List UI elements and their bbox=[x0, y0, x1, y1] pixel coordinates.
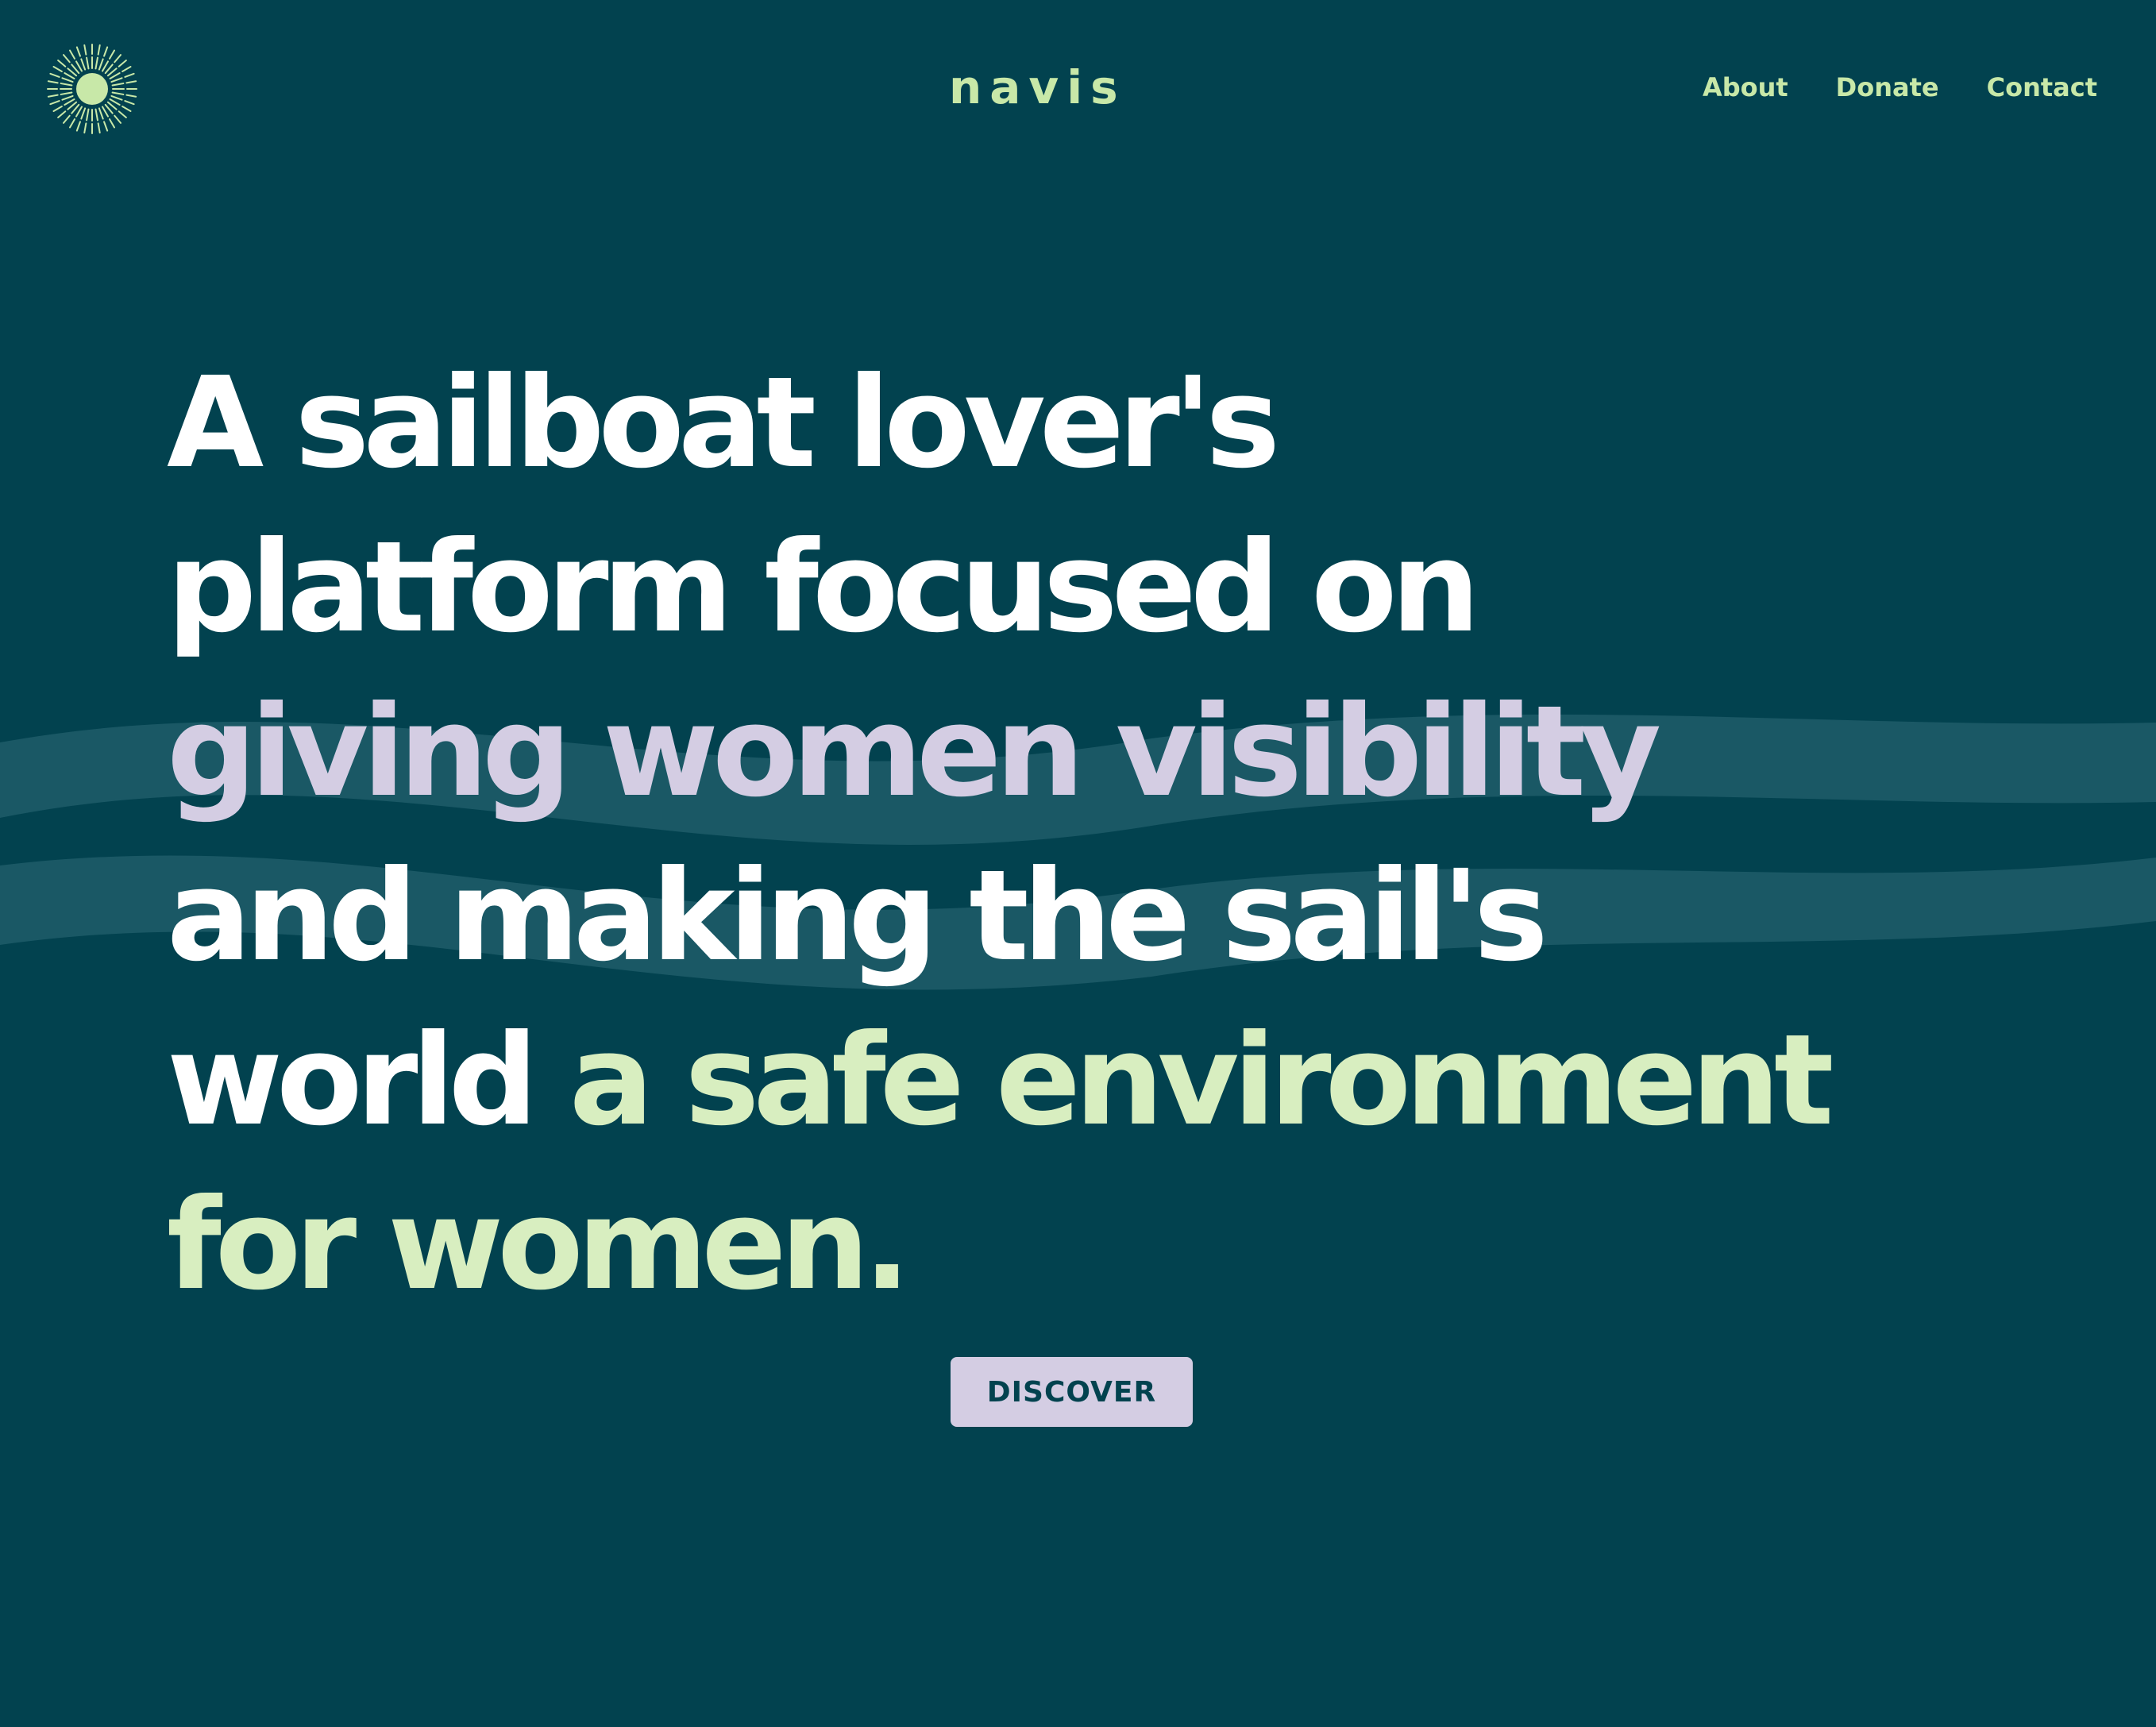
logo-ray bbox=[109, 49, 115, 60]
logo-ray bbox=[98, 58, 104, 71]
logo-ray bbox=[102, 106, 109, 118]
headline-highlight-visibility: giving women visibility bbox=[167, 679, 1661, 825]
logo-ray bbox=[52, 106, 63, 112]
logo-ray bbox=[97, 44, 101, 56]
logo-ray bbox=[110, 77, 123, 83]
logo-ray bbox=[52, 66, 63, 72]
logo-ray bbox=[121, 66, 132, 72]
logo-ray bbox=[47, 80, 59, 84]
logo-ray bbox=[57, 60, 67, 67]
logo-ray bbox=[61, 94, 74, 101]
discover-button[interactable]: DISCOVER bbox=[951, 1357, 1193, 1427]
headline-highlight-safe: a safe environment bbox=[569, 1008, 1834, 1154]
logo-ray bbox=[60, 83, 73, 87]
logo-ray bbox=[124, 100, 135, 106]
logo-ray bbox=[98, 107, 104, 120]
top-nav: About Donate Contact bbox=[1703, 71, 2097, 103]
logo-ray bbox=[118, 110, 127, 118]
logo-ray bbox=[83, 122, 87, 134]
logo-svg bbox=[47, 44, 137, 134]
logo-ray bbox=[109, 98, 121, 106]
logo-ray bbox=[61, 77, 74, 83]
logo-ray bbox=[69, 49, 75, 60]
headline-line-5: world a safe environment bbox=[167, 999, 1993, 1163]
logo-ray bbox=[103, 46, 109, 57]
nav-contact-link[interactable]: Contact bbox=[1987, 71, 2097, 103]
logo-ray bbox=[75, 60, 83, 72]
headline-world-text: world bbox=[167, 1008, 538, 1154]
logo-ray bbox=[80, 58, 87, 71]
hero-headline: A sailboat lover's platform focused on g… bbox=[167, 341, 1993, 1328]
headline-line-6: for women. bbox=[167, 1172, 911, 1318]
sun-burst-icon[interactable] bbox=[44, 41, 140, 137]
logo-ray bbox=[109, 72, 121, 79]
logo-ray bbox=[60, 91, 73, 95]
logo-ray bbox=[102, 60, 109, 72]
logo-ray bbox=[75, 106, 83, 118]
headline-line-1: A sailboat lover's bbox=[167, 350, 1280, 496]
logo-sun-core bbox=[76, 73, 108, 105]
logo-ray bbox=[63, 54, 71, 64]
logo-ray bbox=[75, 121, 81, 132]
brand-wordmark[interactable]: navis bbox=[949, 56, 1118, 119]
logo-ray bbox=[47, 94, 59, 98]
logo-ray bbox=[49, 100, 60, 106]
headline-line-4: and making the sail's bbox=[167, 843, 1549, 989]
logo-ray bbox=[103, 121, 109, 132]
logo-ray bbox=[111, 83, 125, 87]
logo-ray bbox=[114, 54, 121, 64]
logo-ray bbox=[110, 94, 123, 101]
logo-ray bbox=[94, 56, 98, 70]
logo-ray bbox=[124, 72, 135, 78]
logo-ray bbox=[75, 46, 81, 57]
logo-ray bbox=[64, 72, 75, 79]
logo-ray bbox=[118, 60, 127, 67]
logo-ray bbox=[83, 44, 87, 56]
nav-about-link[interactable]: About bbox=[1703, 71, 1788, 103]
logo-ray bbox=[114, 114, 121, 124]
logo-ray bbox=[80, 107, 87, 120]
headline-line-2: platform focused on bbox=[167, 515, 1480, 661]
logo-ray bbox=[97, 122, 101, 134]
logo-ray bbox=[86, 56, 90, 70]
logo-ray bbox=[69, 118, 75, 129]
logo-ray bbox=[63, 114, 71, 124]
logo-ray bbox=[49, 72, 60, 78]
logo-ray bbox=[64, 98, 75, 106]
logo-ray bbox=[111, 91, 125, 95]
logo-ray bbox=[57, 110, 67, 118]
logo-ray bbox=[109, 118, 115, 129]
nav-donate-link[interactable]: Donate bbox=[1836, 71, 1939, 103]
logo-ray bbox=[125, 80, 137, 84]
logo-ray bbox=[94, 108, 98, 121]
logo-ray bbox=[86, 108, 90, 121]
logo-ray bbox=[125, 94, 137, 98]
logo-ray bbox=[121, 106, 132, 112]
